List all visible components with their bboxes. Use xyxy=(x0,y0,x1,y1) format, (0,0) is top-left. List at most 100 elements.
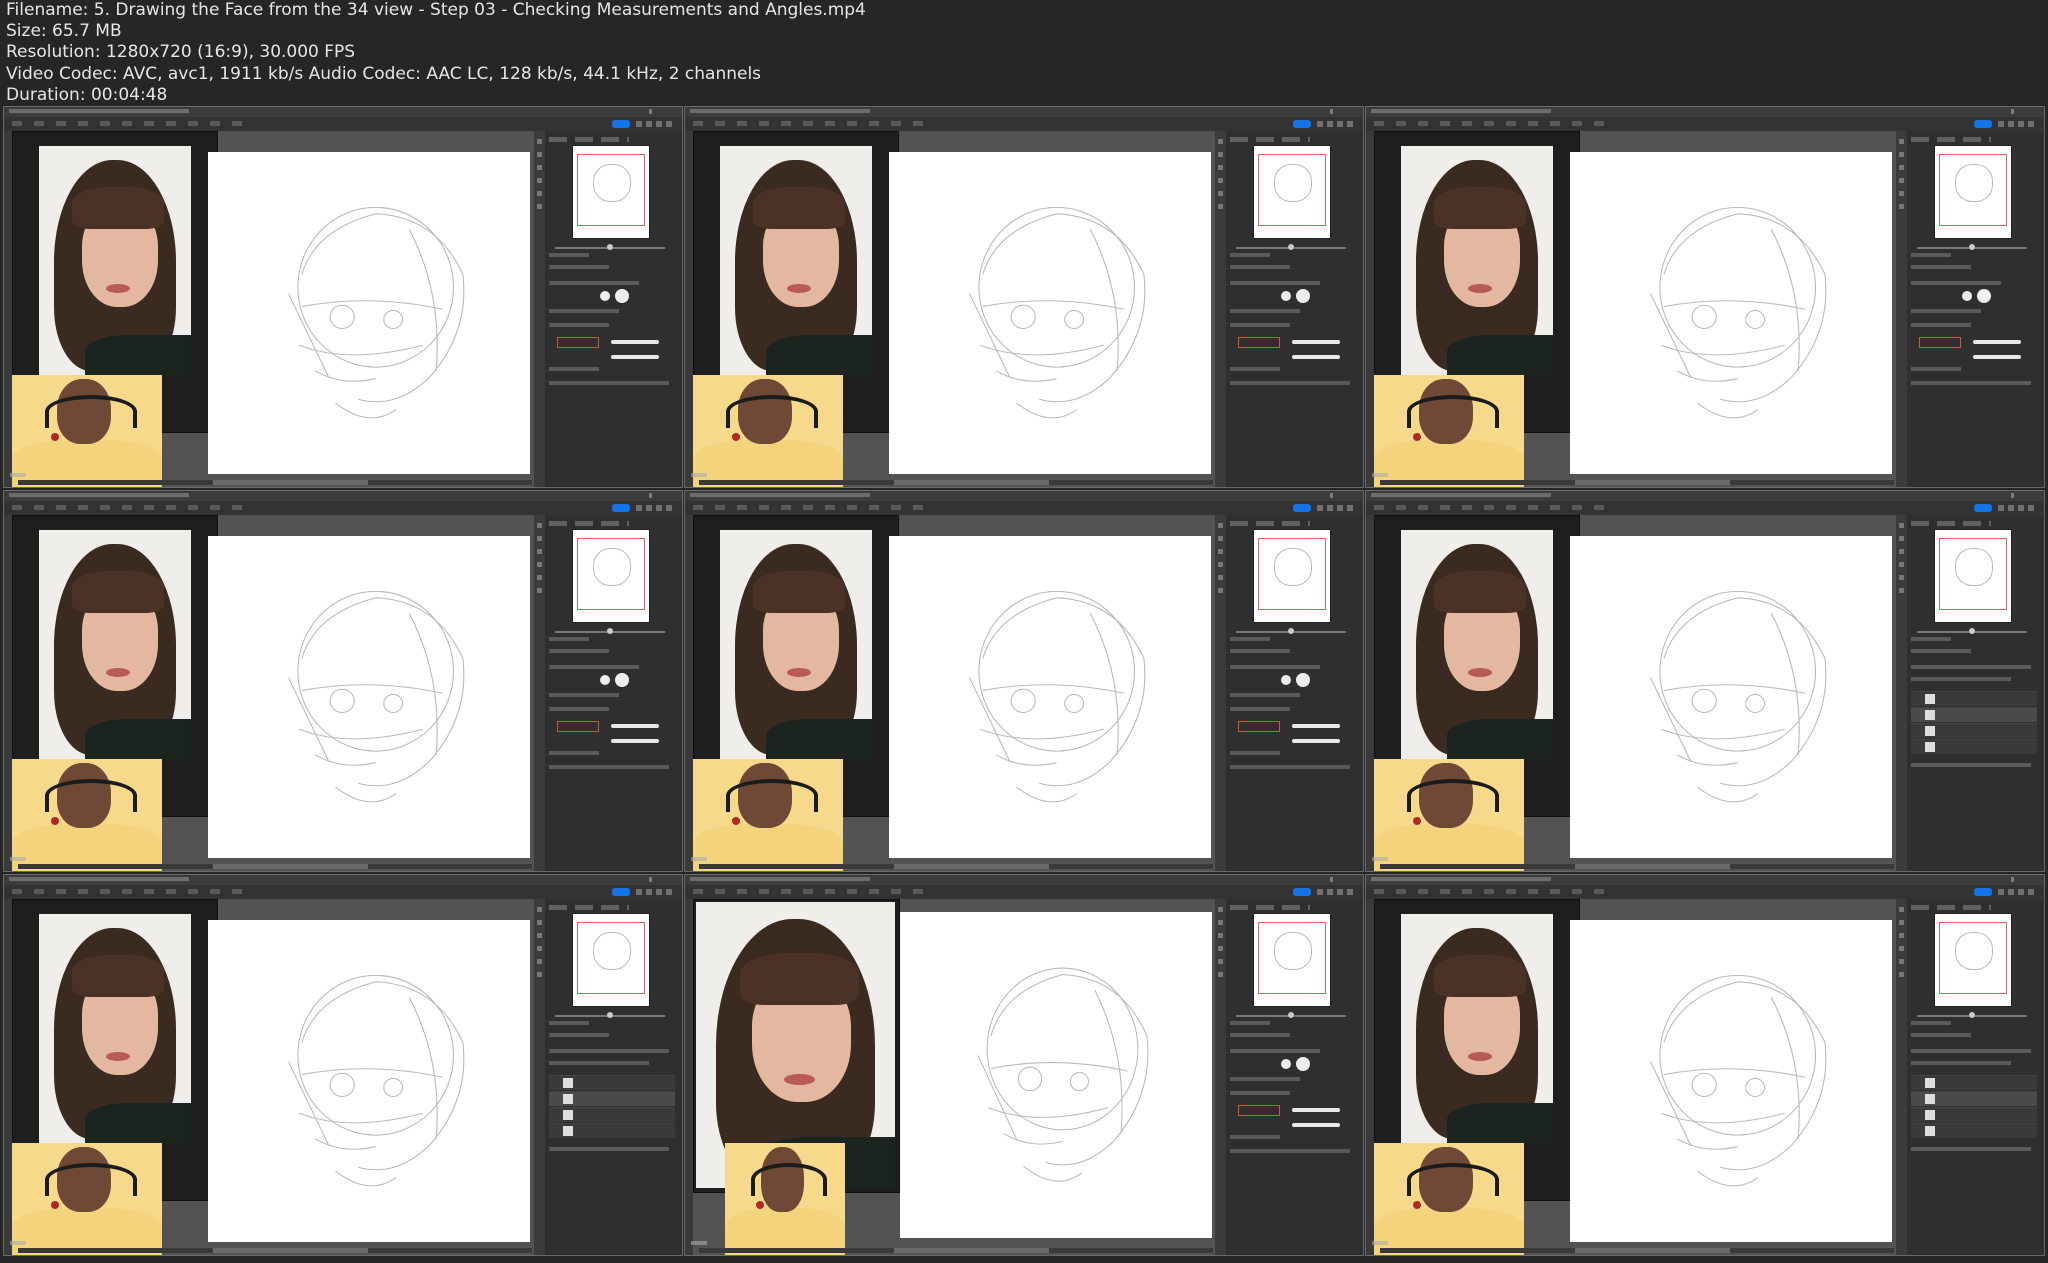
zoom-slider[interactable] xyxy=(555,628,665,634)
dot-menu-icon[interactable] xyxy=(1998,121,2038,127)
selected-brush[interactable] xyxy=(557,721,599,732)
layer-row[interactable] xyxy=(1911,1107,2037,1122)
zoom-slider[interactable] xyxy=(1236,628,1346,634)
selected-brush[interactable] xyxy=(1238,721,1280,732)
share-button[interactable] xyxy=(612,888,630,896)
toolbar[interactable] xyxy=(685,515,693,871)
drawing-canvas[interactable] xyxy=(889,152,1211,474)
panel-icon-strip[interactable] xyxy=(1896,899,1907,1255)
share-button[interactable] xyxy=(1293,888,1311,896)
share-button[interactable] xyxy=(1293,504,1311,512)
zoom-slider[interactable] xyxy=(1917,244,2027,250)
layer-row[interactable] xyxy=(549,1107,675,1122)
layer-row[interactable] xyxy=(1911,691,2037,706)
horizontal-scrollbar[interactable] xyxy=(18,1248,532,1253)
video-thumbnail-5[interactable] xyxy=(684,490,1364,872)
dot-menu-icon[interactable] xyxy=(1317,505,1357,511)
toolbar[interactable] xyxy=(4,131,12,487)
share-button[interactable] xyxy=(1974,888,1992,896)
share-button[interactable] xyxy=(612,504,630,512)
navigator-preview[interactable] xyxy=(1253,913,1331,1007)
panel-icon-strip[interactable] xyxy=(534,131,545,487)
zoom-slider[interactable] xyxy=(555,1012,665,1018)
share-button[interactable] xyxy=(1974,120,1992,128)
toolbar[interactable] xyxy=(685,131,693,487)
share-button[interactable] xyxy=(1974,504,1992,512)
navigator-preview[interactable] xyxy=(1253,529,1331,623)
selected-brush[interactable] xyxy=(557,337,599,348)
panel-icon-strip[interactable] xyxy=(534,515,545,871)
video-thumbnail-2[interactable] xyxy=(684,106,1364,488)
panel-tabs[interactable] xyxy=(1230,905,1310,910)
zoom-slider[interactable] xyxy=(1236,1012,1346,1018)
share-button[interactable] xyxy=(612,120,630,128)
dot-menu-icon[interactable] xyxy=(1998,505,2038,511)
navigator-preview[interactable] xyxy=(572,529,650,623)
horizontal-scrollbar[interactable] xyxy=(1380,1248,1894,1253)
dot-menu-icon[interactable] xyxy=(636,505,676,511)
layer-row[interactable] xyxy=(1911,739,2037,754)
zoom-slider[interactable] xyxy=(555,244,665,250)
navigator-preview[interactable] xyxy=(1934,145,2012,239)
window-controls-icon[interactable] xyxy=(2011,877,2040,882)
panel-tabs[interactable] xyxy=(549,521,629,526)
selected-brush[interactable] xyxy=(1238,1105,1280,1116)
window-controls-icon[interactable] xyxy=(2011,493,2040,498)
video-thumbnail-8[interactable] xyxy=(684,874,1364,1256)
dot-menu-icon[interactable] xyxy=(636,889,676,895)
window-controls-icon[interactable] xyxy=(1330,877,1359,882)
window-controls-icon[interactable] xyxy=(649,109,678,114)
toolbar[interactable] xyxy=(4,515,12,871)
zoom-slider[interactable] xyxy=(1236,244,1346,250)
navigator-preview[interactable] xyxy=(572,145,650,239)
panel-tabs[interactable] xyxy=(1911,521,1991,526)
panel-icon-strip[interactable] xyxy=(534,899,545,1255)
navigator-preview[interactable] xyxy=(572,913,650,1007)
layer-row[interactable] xyxy=(549,1091,675,1106)
horizontal-scrollbar[interactable] xyxy=(1380,480,1894,485)
drawing-canvas[interactable] xyxy=(208,920,530,1242)
horizontal-scrollbar[interactable] xyxy=(1380,864,1894,869)
zoom-slider[interactable] xyxy=(1917,1012,2027,1018)
dot-menu-icon[interactable] xyxy=(636,121,676,127)
drawing-canvas[interactable] xyxy=(900,912,1212,1238)
video-thumbnail-1[interactable] xyxy=(3,106,683,488)
layer-row[interactable] xyxy=(1911,723,2037,738)
video-thumbnail-9[interactable] xyxy=(1365,874,2045,1256)
selected-brush[interactable] xyxy=(1238,337,1280,348)
navigator-preview[interactable] xyxy=(1934,529,2012,623)
layer-row[interactable] xyxy=(1911,1075,2037,1090)
drawing-canvas[interactable] xyxy=(889,536,1211,858)
selected-brush[interactable] xyxy=(1919,337,1961,348)
panel-icon-strip[interactable] xyxy=(1215,131,1226,487)
drawing-canvas[interactable] xyxy=(208,152,530,474)
panel-tabs[interactable] xyxy=(1911,905,1991,910)
dot-menu-icon[interactable] xyxy=(1317,889,1357,895)
drawing-canvas[interactable] xyxy=(1570,152,1892,474)
toolbar[interactable] xyxy=(4,899,12,1255)
toolbar[interactable] xyxy=(1366,131,1374,487)
drawing-canvas[interactable] xyxy=(1570,920,1892,1242)
video-thumbnail-4[interactable] xyxy=(3,490,683,872)
layer-row[interactable] xyxy=(1911,1091,2037,1106)
panel-icon-strip[interactable] xyxy=(1896,131,1907,487)
layer-row[interactable] xyxy=(1911,707,2037,722)
panel-tabs[interactable] xyxy=(1911,137,1991,142)
video-thumbnail-6[interactable] xyxy=(1365,490,2045,872)
panel-tabs[interactable] xyxy=(549,905,629,910)
panel-icon-strip[interactable] xyxy=(1215,899,1226,1255)
video-thumbnail-7[interactable] xyxy=(3,874,683,1256)
drawing-canvas[interactable] xyxy=(1570,536,1892,858)
toolbar[interactable] xyxy=(1366,899,1374,1255)
layer-row[interactable] xyxy=(549,1123,675,1138)
navigator-preview[interactable] xyxy=(1934,913,2012,1007)
zoom-slider[interactable] xyxy=(1917,628,2027,634)
panel-tabs[interactable] xyxy=(549,137,629,142)
navigator-preview[interactable] xyxy=(1253,145,1331,239)
window-controls-icon[interactable] xyxy=(649,877,678,882)
window-controls-icon[interactable] xyxy=(2011,109,2040,114)
panel-icon-strip[interactable] xyxy=(1215,515,1226,871)
video-thumbnail-3[interactable] xyxy=(1365,106,2045,488)
panel-tabs[interactable] xyxy=(1230,521,1310,526)
horizontal-scrollbar[interactable] xyxy=(18,480,532,485)
